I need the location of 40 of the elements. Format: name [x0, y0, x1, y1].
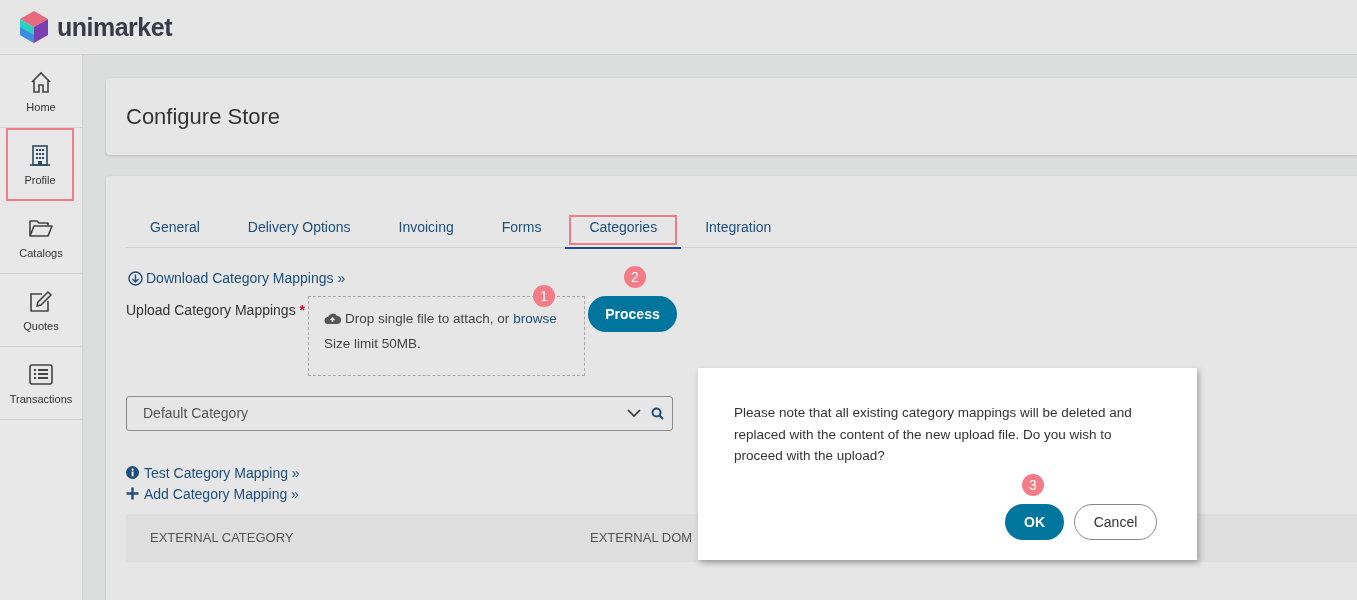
sidebar-item[interactable]: Quotes: [0, 274, 82, 347]
building-icon: [27, 143, 53, 168]
tab[interactable]: Integration: [681, 211, 796, 247]
category-select[interactable]: Default Category: [126, 395, 673, 431]
callout-badge: 3: [1022, 473, 1044, 496]
plus-icon: [126, 487, 139, 500]
edit-icon: [28, 288, 54, 314]
logo-icon: [19, 10, 49, 44]
tab[interactable]: General: [126, 211, 224, 247]
browse-link[interactable]: browse: [513, 310, 557, 326]
download-icon: [128, 270, 143, 286]
page-title: Configure Store: [126, 103, 281, 130]
size-limit-text: Size limit 50MB.: [324, 335, 422, 351]
chevron-down-icon: [627, 408, 641, 418]
cloud-upload-icon: [324, 311, 341, 325]
search-icon: [651, 406, 664, 420]
column-header: EXTERNAL DOM: [590, 530, 693, 545]
tab[interactable]: Invoicing: [374, 211, 478, 247]
list-icon: [28, 361, 54, 387]
ok-button[interactable]: OK: [1005, 503, 1064, 540]
sidebar-item[interactable]: Profile: [6, 128, 74, 201]
sidebar-item[interactable]: Transactions: [0, 347, 82, 420]
cancel-button[interactable]: Cancel: [1074, 503, 1157, 540]
action-link[interactable]: Test Category Mapping »: [126, 464, 300, 481]
tab[interactable]: Categories: [565, 211, 682, 249]
sidebar-item[interactable]: Home: [0, 55, 82, 128]
sidebar-item[interactable]: Catalogs: [0, 201, 82, 274]
logo-text: unimarket: [57, 12, 172, 42]
process-button[interactable]: Process: [588, 295, 677, 332]
download-link[interactable]: Download Category Mappings »: [128, 270, 346, 286]
drop-instructions: Drop single file to attach, or: [345, 310, 510, 326]
tab[interactable]: Forms: [477, 211, 566, 247]
column-header: EXTERNAL CATEGORY: [150, 530, 294, 545]
upload-label: Upload Category Mappings *: [126, 300, 306, 318]
callout-badge: 1: [533, 284, 555, 307]
action-link[interactable]: Add Category Mapping »: [126, 485, 299, 502]
info-icon: [126, 466, 139, 479]
tab[interactable]: Delivery Options: [223, 211, 375, 247]
callout-badge: 2: [624, 265, 646, 288]
dialog-message: Please note that all existing category mappings will be deleted and replaced with the content of the new upload file. Do you wish to proceed with the upload?: [734, 404, 1133, 465]
